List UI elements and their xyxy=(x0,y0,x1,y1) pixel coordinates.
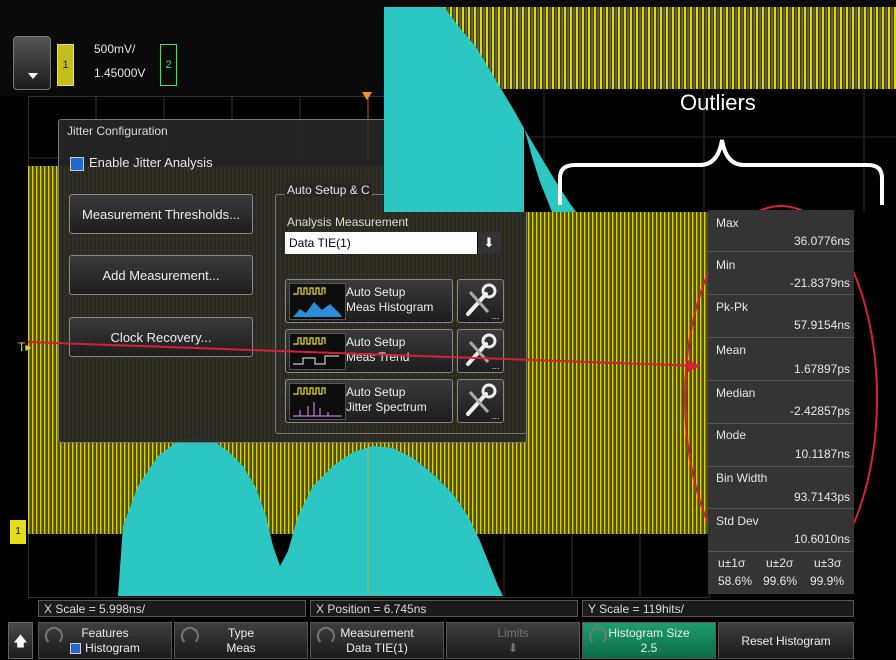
histogram-size-softkey[interactable]: Histogram Size 2.5 xyxy=(582,622,716,659)
arrow-head-icon xyxy=(688,360,700,372)
sigma-header: u±3σ xyxy=(814,556,842,570)
divider xyxy=(708,380,854,381)
divider xyxy=(708,551,854,552)
softkey-label: Limits xyxy=(497,626,529,640)
arrow-down-icon: ⬇ xyxy=(507,641,519,655)
reset-histogram-softkey[interactable]: Reset Histogram xyxy=(718,622,854,659)
divider xyxy=(708,251,854,252)
divider xyxy=(708,466,854,467)
sigma-value: 58.6% xyxy=(718,574,753,588)
stat-value: -21.8379ns xyxy=(789,276,850,290)
type-softkey[interactable]: Type Meas xyxy=(174,622,308,659)
stat-name: Mode xyxy=(716,428,747,442)
knob-icon xyxy=(317,627,335,645)
knob-icon xyxy=(45,627,63,645)
measurement-softkey[interactable]: Measurement Data TIE(1) xyxy=(310,622,444,659)
stat-name: Max xyxy=(716,216,739,230)
stat-value: 10.6010ns xyxy=(793,532,850,546)
stat-name: Pk-Pk xyxy=(716,300,749,314)
stat-name: Bin Width xyxy=(716,471,768,485)
features-softkey[interactable]: Features Histogram xyxy=(38,622,172,659)
stat-value: 36.0776ns xyxy=(793,234,850,248)
stat-value: 57.9154ns xyxy=(793,318,850,332)
knob-icon xyxy=(589,627,607,645)
knob-icon xyxy=(181,627,199,645)
x-position-readout: X Position = 6.745ns xyxy=(310,600,578,617)
softkey-value-text: Histogram xyxy=(85,641,140,655)
stat-value: 93.7143ps xyxy=(793,490,850,504)
outliers-bracket xyxy=(558,139,884,205)
sigma-header: u±2σ xyxy=(766,556,794,570)
stat-value: 10.1187ns xyxy=(794,447,850,461)
outliers-label: Outliers xyxy=(680,90,756,115)
stat-value: 1.67897ps xyxy=(793,362,850,376)
sigma-value: 99.6% xyxy=(763,574,798,588)
stat-value: -2.42857ps xyxy=(789,404,850,418)
sigma-header: u±1σ xyxy=(718,556,746,570)
histogram-stats-panel: Max 36.0776ns Min -21.8379ns Pk-Pk 57.91… xyxy=(708,210,854,594)
divider xyxy=(708,423,854,424)
annotation-arrow xyxy=(27,341,701,367)
softkey-label: Reset Histogram xyxy=(741,634,831,648)
divider xyxy=(708,294,854,295)
menu-up-button[interactable]: 🡅 xyxy=(8,622,33,659)
divider xyxy=(708,508,854,509)
limits-softkey[interactable]: Limits ⬇ xyxy=(446,622,580,659)
stat-name: Std Dev xyxy=(716,514,759,528)
y-scale-readout: Y Scale = 119hits/ xyxy=(582,600,854,617)
stat-name: Mean xyxy=(716,343,747,357)
histogram-checkbox[interactable] xyxy=(70,643,82,655)
sigma-value: 99.9% xyxy=(810,574,845,588)
stat-name: Median xyxy=(716,386,756,400)
divider xyxy=(708,337,854,338)
stat-name: Min xyxy=(716,258,736,272)
x-scale-readout: X Scale = 5.998ns/ xyxy=(38,600,306,617)
